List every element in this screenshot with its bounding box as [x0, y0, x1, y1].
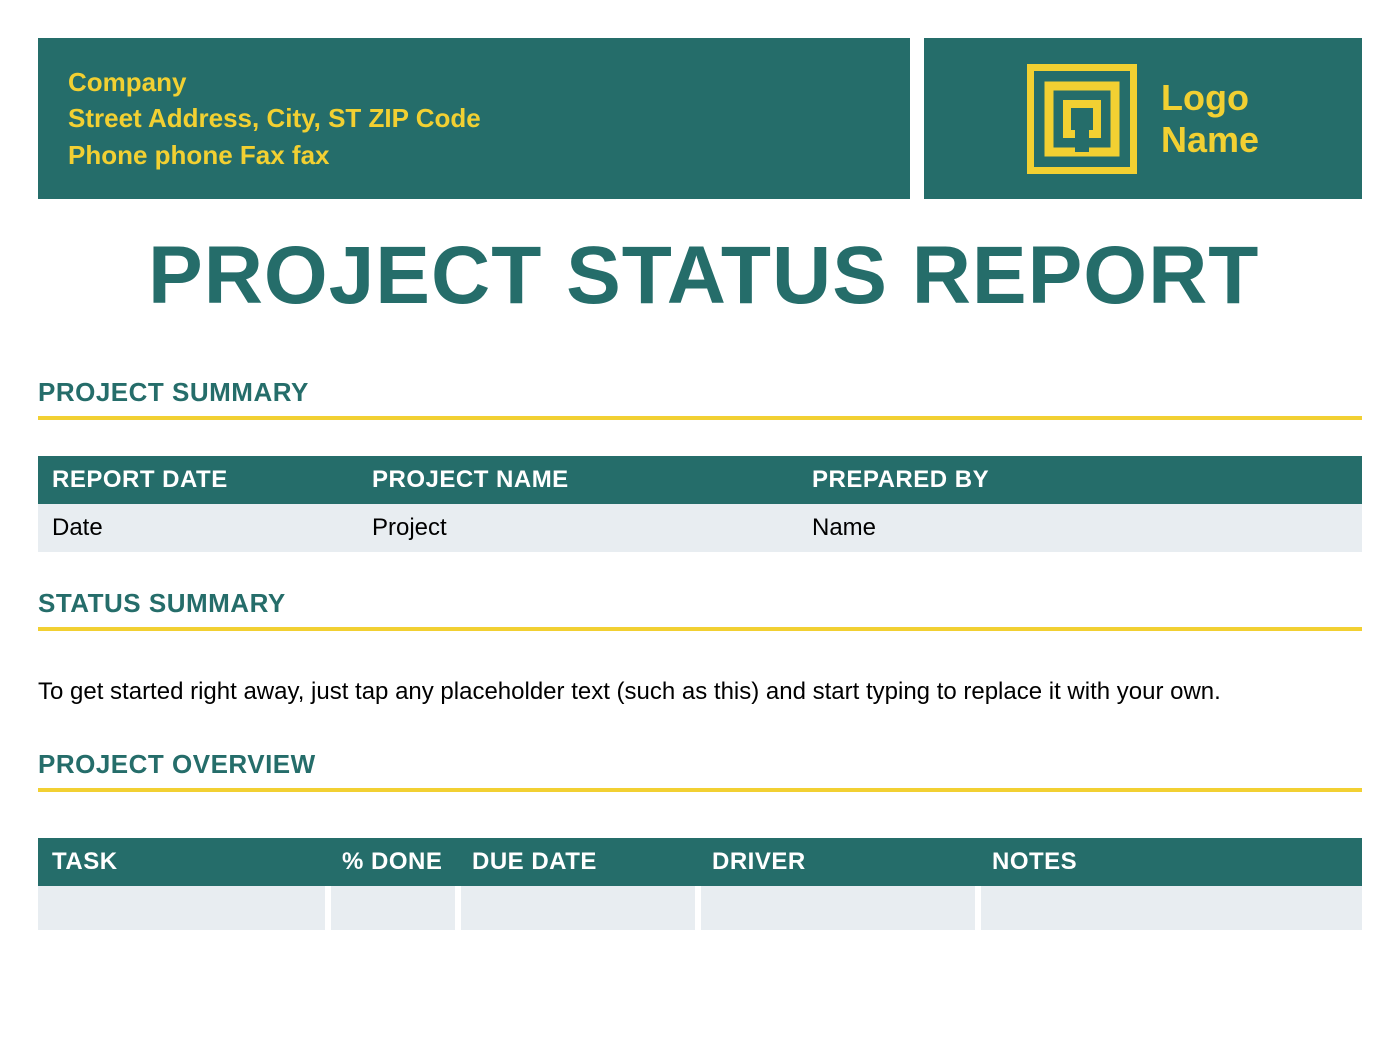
- cell-prepared-by[interactable]: Name: [798, 504, 1362, 552]
- cell-driver[interactable]: [698, 886, 978, 930]
- section-heading-project-summary: PROJECT SUMMARY: [38, 377, 1362, 420]
- company-address[interactable]: Street Address, City, ST ZIP Code: [68, 100, 880, 136]
- col-due-date: DUE DATE: [458, 838, 698, 886]
- logo-text-line1: Logo: [1161, 77, 1259, 118]
- cell-project-name[interactable]: Project: [358, 504, 798, 552]
- col-task: TASK: [38, 838, 328, 886]
- header-row: Company Street Address, City, ST ZIP Cod…: [38, 38, 1362, 199]
- cell-due-date[interactable]: [458, 886, 698, 930]
- logo-icon: [1027, 64, 1137, 174]
- project-overview-table: TASK % DONE DUE DATE DRIVER NOTES: [38, 838, 1362, 930]
- status-summary-body[interactable]: To get started right away, just tap any …: [38, 675, 1362, 709]
- col-report-date: REPORT DATE: [38, 456, 358, 504]
- col-pct-done: % DONE: [328, 838, 458, 886]
- col-notes: NOTES: [978, 838, 1362, 886]
- project-summary-table: REPORT DATE PROJECT NAME PREPARED BY Dat…: [38, 456, 1362, 552]
- page-title: PROJECT STATUS REPORT: [148, 229, 1362, 323]
- cell-task[interactable]: [38, 886, 328, 930]
- section-heading-status-summary: STATUS SUMMARY: [38, 588, 1362, 631]
- company-contact[interactable]: Phone phone Fax fax: [68, 137, 880, 173]
- document-page: Company Street Address, City, ST ZIP Cod…: [0, 0, 1400, 930]
- header-logo-block: Logo Name: [924, 38, 1362, 199]
- cell-notes[interactable]: [978, 886, 1362, 930]
- table-header-row: TASK % DONE DUE DATE DRIVER NOTES: [38, 838, 1362, 886]
- col-driver: DRIVER: [698, 838, 978, 886]
- logo-text-line2: Name: [1161, 119, 1259, 160]
- col-project-name: PROJECT NAME: [358, 456, 798, 504]
- table-header-row: REPORT DATE PROJECT NAME PREPARED BY: [38, 456, 1362, 504]
- table-row: Date Project Name: [38, 504, 1362, 552]
- logo-text[interactable]: Logo Name: [1161, 77, 1259, 160]
- header-company-block: Company Street Address, City, ST ZIP Cod…: [38, 38, 910, 199]
- table-row: [38, 886, 1362, 930]
- cell-report-date[interactable]: Date: [38, 504, 358, 552]
- col-prepared-by: PREPARED BY: [798, 456, 1362, 504]
- company-name[interactable]: Company: [68, 64, 880, 100]
- section-heading-project-overview: PROJECT OVERVIEW: [38, 749, 1362, 792]
- cell-pct-done[interactable]: [328, 886, 458, 930]
